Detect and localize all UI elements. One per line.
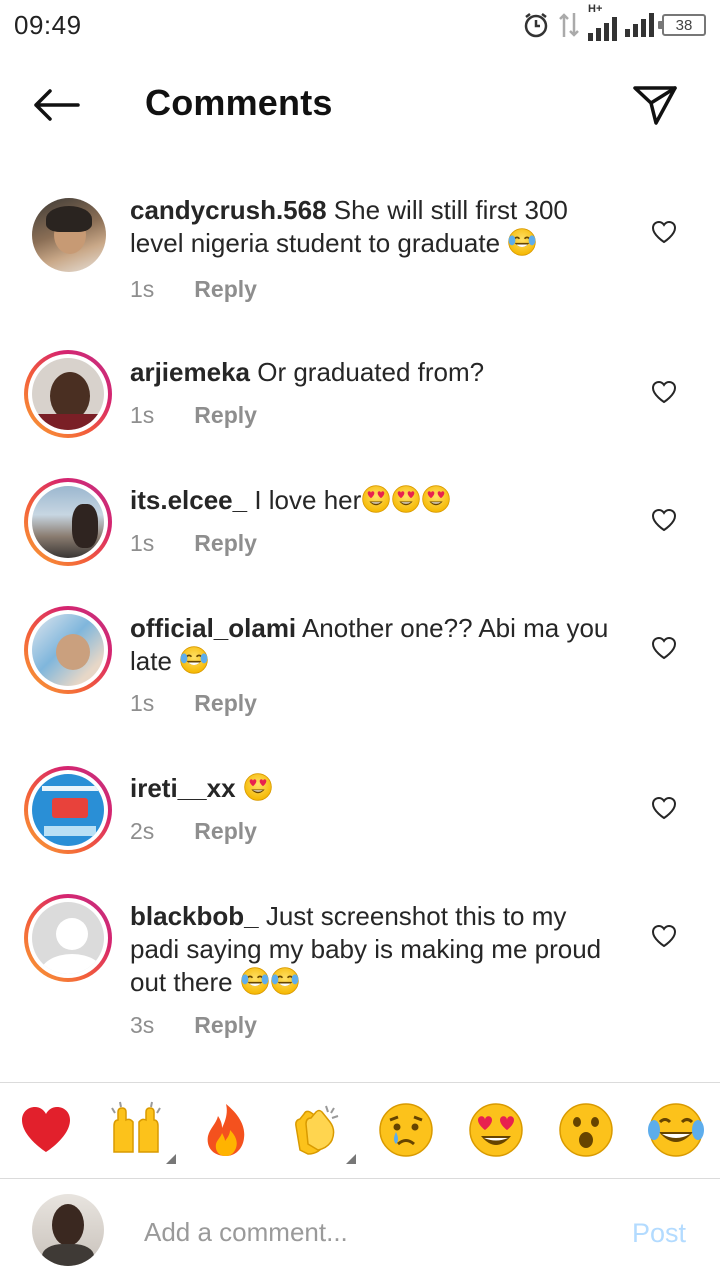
share-button[interactable] bbox=[630, 80, 680, 130]
comment-meta: 1s Reply bbox=[130, 402, 257, 429]
comment-input-row: Post bbox=[0, 1192, 720, 1272]
battery-icon: 38 bbox=[658, 14, 706, 36]
red-heart-icon bbox=[22, 1107, 70, 1152]
comment-username[interactable]: official_olami bbox=[130, 613, 296, 643]
comment-username[interactable]: ireti__xx bbox=[130, 773, 236, 803]
comment-meta: 1s Reply bbox=[130, 690, 257, 717]
divider bbox=[0, 1082, 720, 1083]
comment-meta: 1s Reply bbox=[130, 530, 257, 557]
post-button[interactable]: Post bbox=[632, 1218, 686, 1249]
comment-time: 1s bbox=[130, 402, 155, 428]
tears-of-joy-icon bbox=[270, 966, 300, 996]
reply-button[interactable]: Reply bbox=[194, 276, 257, 303]
emoji-reaction-bar bbox=[0, 1100, 720, 1166]
tears-of-joy-icon bbox=[507, 227, 537, 257]
reply-button[interactable]: Reply bbox=[194, 1012, 257, 1039]
data-transfer-icon bbox=[559, 13, 579, 37]
network-signal-icon: H+ bbox=[588, 3, 617, 41]
crying-face-icon bbox=[379, 1103, 433, 1157]
status-icons: H+ 38 bbox=[522, 3, 706, 41]
arrow-left-icon bbox=[34, 89, 80, 121]
avatar[interactable] bbox=[24, 350, 112, 438]
crying-face-emoji-button[interactable] bbox=[376, 1100, 436, 1160]
tears-of-joy-icon bbox=[240, 966, 270, 996]
comment-meta: 2s Reply bbox=[130, 818, 257, 845]
alarm-icon bbox=[524, 13, 548, 38]
comment-time: 3s bbox=[130, 1012, 155, 1038]
heart-eyes-icon bbox=[361, 484, 391, 514]
paper-plane-icon bbox=[633, 86, 677, 125]
comment-text: candycrush.568 She will still first 300 … bbox=[130, 194, 610, 260]
heart-eyes-icon bbox=[243, 772, 273, 802]
page-title: Comments bbox=[145, 82, 333, 123]
comment-text: its.elcee_ I love her bbox=[130, 484, 610, 517]
heart-icon[interactable] bbox=[650, 794, 678, 822]
reply-button[interactable]: Reply bbox=[194, 402, 257, 429]
comment-body: Or graduated from? bbox=[257, 357, 485, 387]
heart-icon[interactable] bbox=[650, 634, 678, 662]
avatar[interactable] bbox=[24, 894, 112, 982]
heart-icon[interactable] bbox=[650, 218, 678, 246]
avatar[interactable] bbox=[24, 766, 112, 854]
status-bar: 09:49 H+ 38 bbox=[0, 0, 720, 50]
comment-username[interactable]: candycrush.568 bbox=[130, 195, 327, 225]
comment-username[interactable]: its.elcee_ bbox=[130, 485, 247, 515]
comment-username[interactable]: blackbob_ bbox=[130, 901, 259, 931]
clapping-hands-emoji-button[interactable] bbox=[286, 1100, 356, 1164]
battery-level: 38 bbox=[675, 16, 693, 34]
comment-body: I love her bbox=[254, 485, 362, 515]
surprised-face-icon bbox=[559, 1103, 613, 1157]
surprised-face-emoji-button[interactable] bbox=[556, 1100, 616, 1160]
tears-of-joy-emoji-button[interactable] bbox=[646, 1100, 706, 1160]
header: Comments bbox=[0, 60, 720, 150]
comment-time: 1s bbox=[130, 276, 155, 302]
my-avatar bbox=[32, 1194, 104, 1266]
clapping-hands-icon bbox=[295, 1105, 339, 1155]
comment-text: ireti__xx bbox=[130, 772, 610, 805]
comment-text: arjiemeka Or graduated from? bbox=[130, 356, 610, 389]
comment-time: 2s bbox=[130, 818, 155, 844]
comment-meta: 1s Reply bbox=[130, 276, 257, 303]
fire-emoji-button[interactable] bbox=[196, 1100, 256, 1160]
comment-username[interactable]: arjiemeka bbox=[130, 357, 250, 387]
comment-time: 1s bbox=[130, 690, 155, 716]
reply-button[interactable]: Reply bbox=[194, 818, 257, 845]
heart-eyes-emoji-button[interactable] bbox=[466, 1100, 526, 1160]
reply-button[interactable]: Reply bbox=[194, 690, 257, 717]
status-time: 09:49 bbox=[14, 9, 82, 40]
heart-eyes-icon bbox=[421, 484, 451, 514]
red-heart-emoji-button[interactable] bbox=[16, 1100, 76, 1160]
comment-text: official_olami Another one?? Abi ma you … bbox=[130, 612, 610, 678]
comment-text: blackbob_ Just screenshot this to my pad… bbox=[130, 900, 610, 999]
heart-icon[interactable] bbox=[650, 378, 678, 406]
comment-input[interactable] bbox=[144, 1210, 604, 1254]
avatar[interactable] bbox=[24, 478, 112, 566]
raising-hands-emoji-button[interactable] bbox=[106, 1100, 176, 1164]
comment-meta: 3s Reply bbox=[130, 1012, 257, 1039]
signal-strength-icon bbox=[625, 13, 654, 37]
avatar[interactable] bbox=[32, 198, 106, 272]
back-button[interactable] bbox=[30, 82, 82, 128]
heart-eyes-face-icon bbox=[469, 1103, 523, 1157]
avatar[interactable] bbox=[24, 606, 112, 694]
comment-time: 1s bbox=[130, 530, 155, 556]
raising-hands-icon bbox=[111, 1101, 161, 1153]
network-type: H+ bbox=[588, 3, 603, 15]
heart-eyes-icon bbox=[391, 484, 421, 514]
tears-of-joy-face-icon bbox=[648, 1103, 704, 1157]
divider bbox=[0, 1178, 720, 1179]
heart-icon[interactable] bbox=[650, 506, 678, 534]
heart-icon[interactable] bbox=[650, 922, 678, 950]
fire-icon bbox=[207, 1104, 245, 1156]
tears-of-joy-icon bbox=[179, 645, 209, 675]
reply-button[interactable]: Reply bbox=[194, 530, 257, 557]
